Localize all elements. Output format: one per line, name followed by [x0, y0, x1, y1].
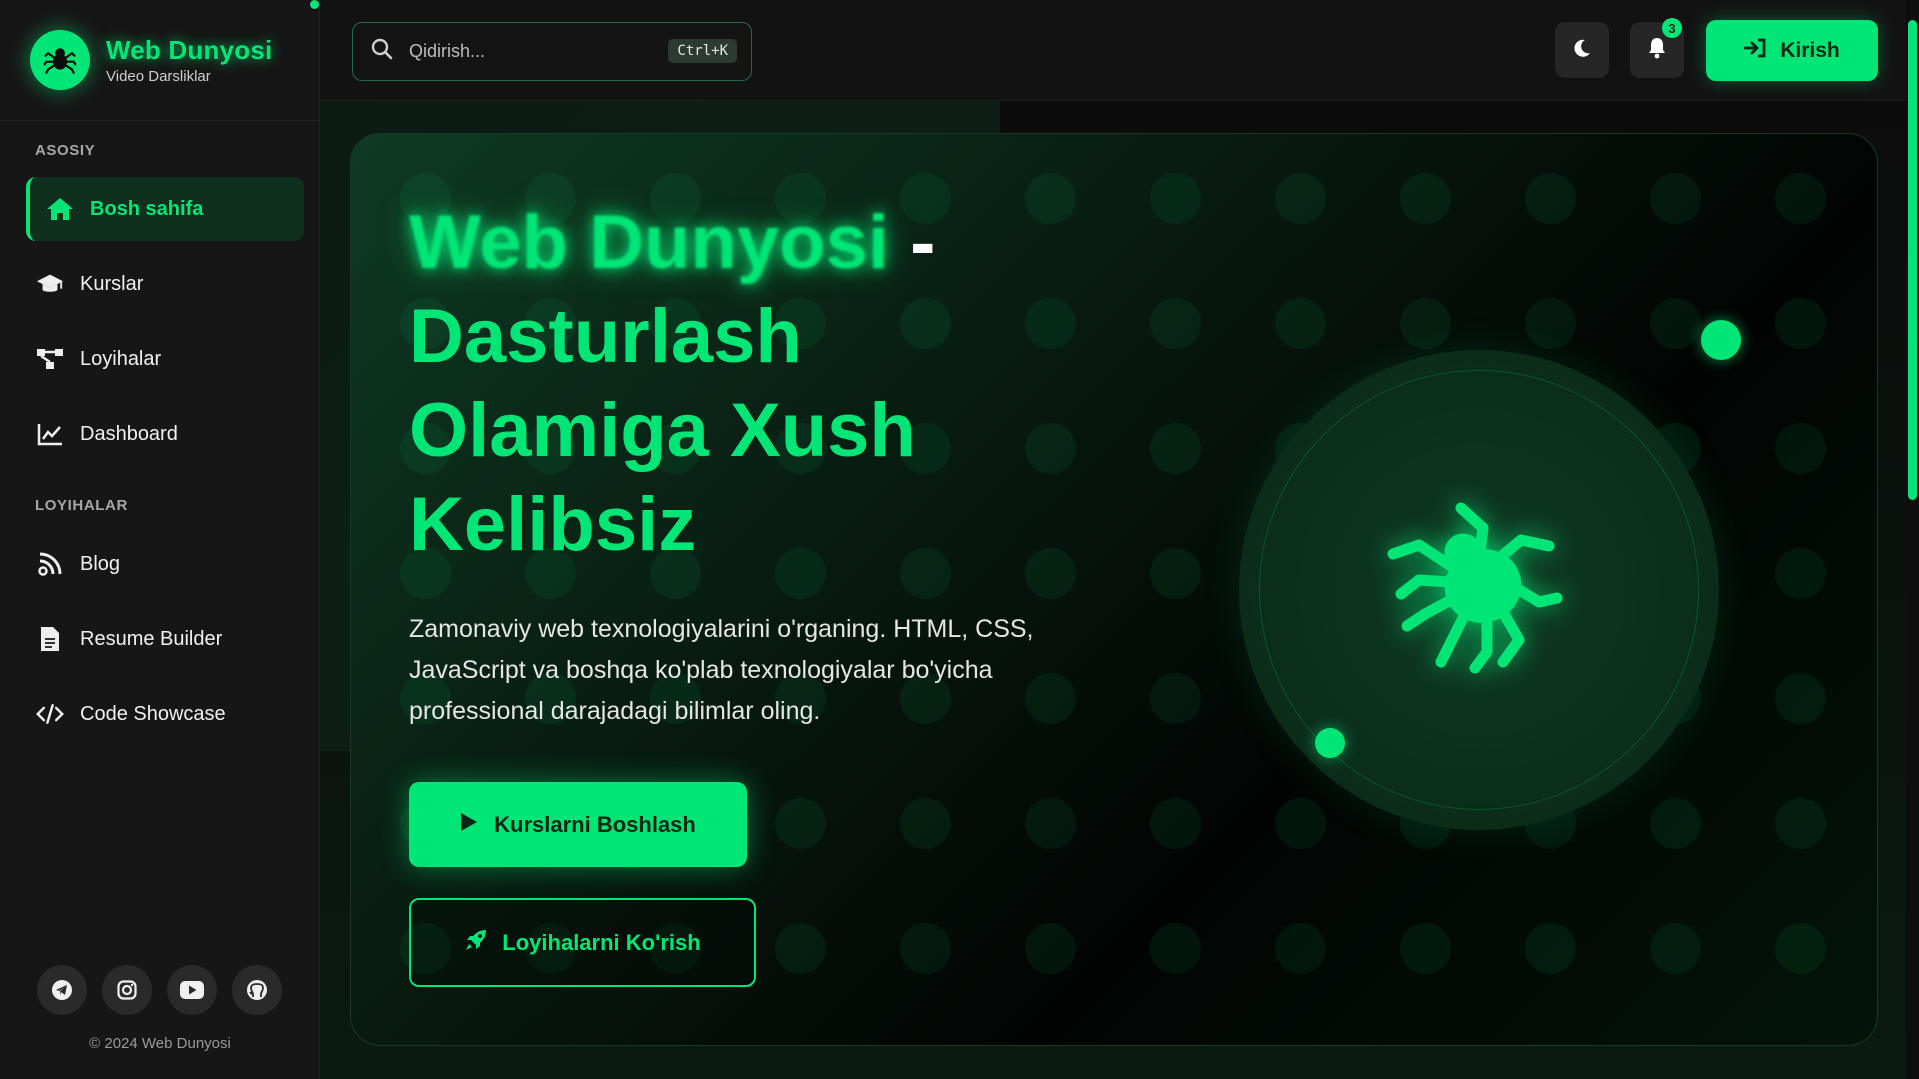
youtube-icon[interactable] [167, 965, 217, 1015]
topbar: Qidirish... Ctrl+K 3 Kirish [320, 0, 1919, 101]
sidebar-item-resume-builder[interactable]: Resume Builder [26, 607, 304, 671]
sidebar-item-code-showcase[interactable]: Code Showcase [26, 682, 304, 746]
sidebar-item-label: Code Showcase [80, 702, 226, 725]
divider [0, 120, 320, 121]
spider-icon [30, 30, 90, 90]
sidebar-item-label: Dashboard [80, 422, 178, 445]
bell-icon [1647, 37, 1667, 64]
brand[interactable]: Web Dunyosi Video Darsliklar [30, 30, 272, 90]
sign-in-icon [1743, 38, 1766, 64]
section-label-asosiy: ASOSIY [35, 142, 96, 159]
instagram-icon[interactable] [102, 965, 152, 1015]
search-bar[interactable]: Qidirish... Ctrl+K [352, 22, 752, 81]
sidebar-item-label: Blog [80, 552, 121, 575]
hero-title-dash: - [910, 200, 936, 285]
hero-title-brand: Web Dunyosi [409, 200, 889, 285]
sidebar-item-loyihalar[interactable]: Loyihalar [26, 327, 304, 391]
sidebar-item-label: Bosh sahifa [90, 197, 204, 220]
section-label-loyihalar: LOYIHALAR [35, 497, 128, 514]
code-icon [36, 700, 64, 728]
rocket-icon [464, 928, 488, 958]
theme-toggle-button[interactable] [1555, 22, 1609, 78]
brand-subtitle: Video Darsliklar [106, 68, 211, 85]
sidebar-item-blog[interactable]: Blog [26, 532, 304, 596]
main-content: Web Dunyosi - Dasturlash Olamiga Xush Ke… [320, 101, 1919, 1079]
hero-description: Zamonaviy web texnologiyalarini o'rganin… [409, 615, 1034, 725]
view-projects-button[interactable]: Loyihalarni Ko'rish [409, 898, 756, 987]
status-dot [310, 0, 319, 9]
sidebar-item-dashboard[interactable]: Dashboard [26, 402, 304, 466]
sidebar-item-label: Kurslar [80, 272, 144, 295]
home-icon [46, 195, 74, 223]
moon-icon [1572, 38, 1592, 63]
sidebar-item-kurslar[interactable]: Kurslar [26, 252, 304, 316]
sidebar: Web Dunyosi Video Darsliklar ASOSIY Bosh… [0, 0, 320, 1079]
hero-title-rest: Dasturlash Olamiga Xush Kelibsiz [409, 294, 916, 567]
sidebar-item-label: Resume Builder [80, 627, 223, 650]
file-icon [36, 625, 64, 653]
scrollbar-thumb[interactable] [1908, 20, 1917, 500]
chart-line-icon [36, 420, 64, 448]
spider-icon [1387, 502, 1563, 674]
project-diagram-icon [36, 345, 64, 373]
hero-section: Web Dunyosi - Dasturlash Olamiga Xush Ke… [350, 133, 1878, 1046]
search-icon [371, 38, 393, 65]
play-icon [460, 812, 478, 838]
copyright: © 2024 Web Dunyosi [89, 1035, 231, 1052]
search-shortcut-badge: Ctrl+K [668, 39, 737, 63]
login-button[interactable]: Kirish [1706, 20, 1878, 81]
floating-dot-small [1315, 728, 1345, 758]
graduation-cap-icon [36, 270, 64, 298]
sidebar-item-bosh-sahifa[interactable]: Bosh sahifa [26, 177, 304, 241]
view-projects-label: Loyihalarni Ko'rish [502, 929, 701, 955]
floating-dot-large [1701, 320, 1741, 360]
sidebar-item-label: Loyihalar [80, 347, 162, 370]
scrollbar[interactable] [1906, 0, 1919, 1079]
start-courses-button[interactable]: Kurslarni Boshlash [409, 782, 747, 867]
social-links [37, 965, 282, 1015]
search-input[interactable]: Qidirish... [409, 41, 485, 62]
brand-title: Web Dunyosi [106, 35, 273, 65]
telegram-icon[interactable] [37, 965, 87, 1015]
notifications-button[interactable]: 3 [1630, 18, 1684, 78]
hero-title: Web Dunyosi - Dasturlash Olamiga Xush Ke… [409, 196, 1109, 572]
login-label: Kirish [1780, 38, 1840, 62]
hero-orb [1239, 350, 1719, 830]
blog-icon [36, 550, 64, 578]
github-icon[interactable] [232, 965, 282, 1015]
start-courses-label: Kurslarni Boshlash [494, 811, 696, 837]
notification-count-badge: 3 [1662, 18, 1682, 38]
